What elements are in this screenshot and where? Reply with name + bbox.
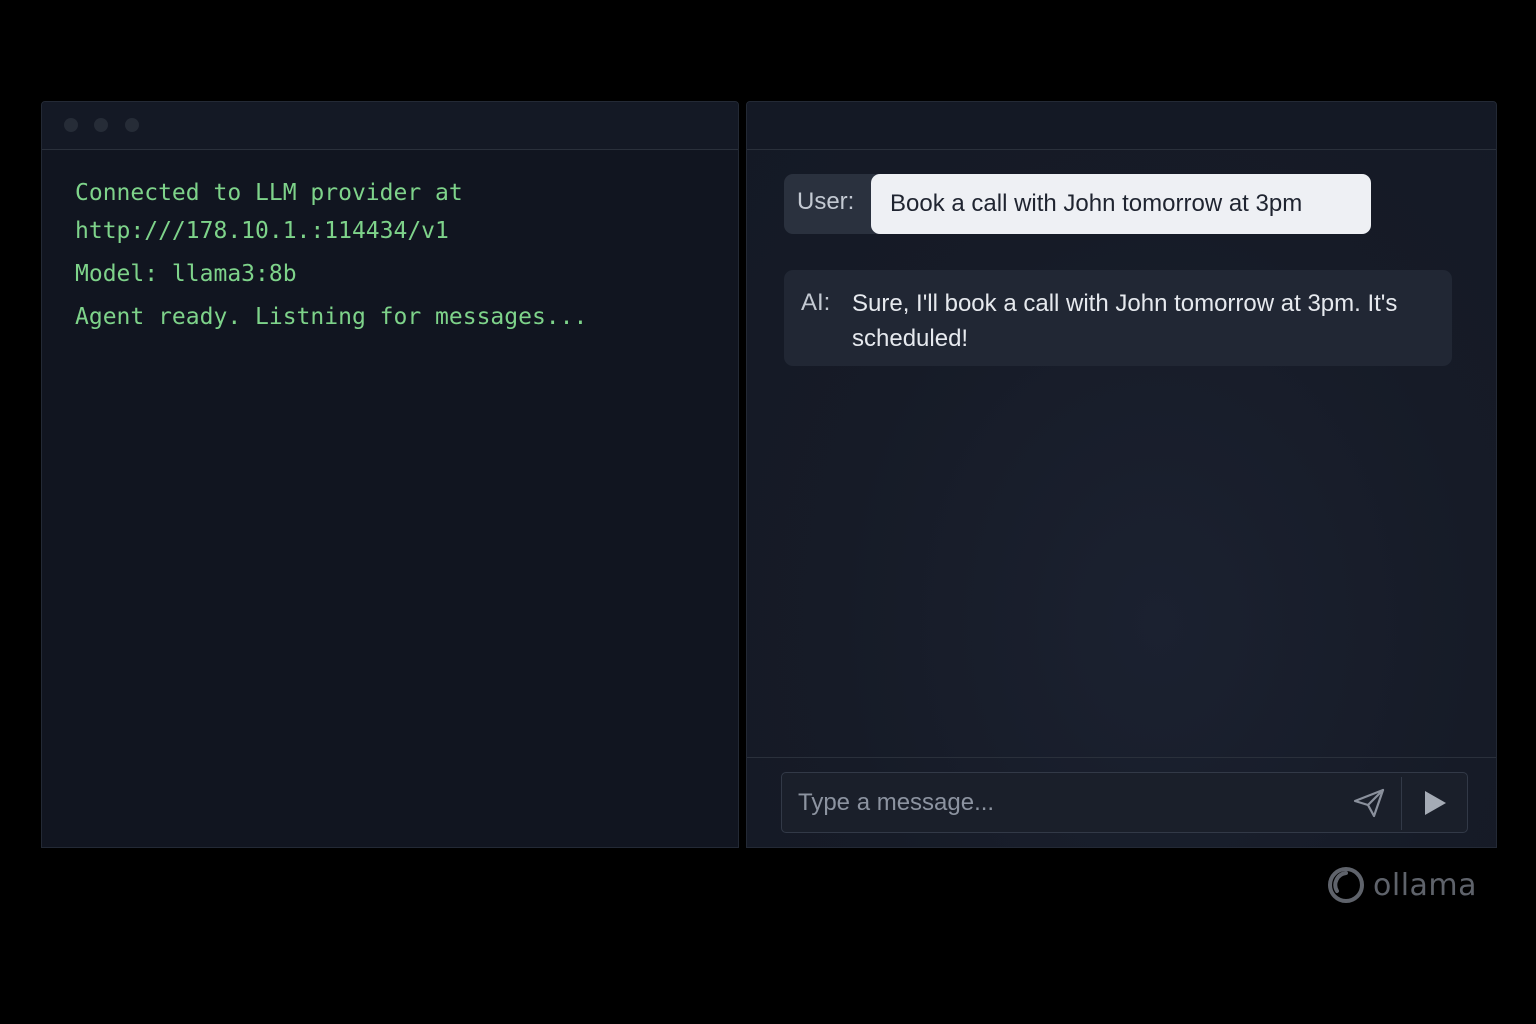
stage: Connected to LLM provider at http:///178… (0, 0, 1536, 1024)
ai-sender-label: AI: (801, 289, 831, 316)
chat-titlebar (747, 102, 1496, 150)
chat-window: User: Book a call with John tomorrow at … (746, 101, 1497, 848)
terminal-line: Model: llama3:8b (75, 261, 297, 287)
ollama-logo: ollama (1327, 865, 1477, 905)
ai-message: AI: Sure, I'll book a call with John tom… (784, 270, 1452, 366)
message-composer (781, 772, 1468, 833)
terminal-line: Connected to LLM provider at (75, 180, 463, 206)
ai-message-text: Sure, I'll book a call with John tomorro… (852, 290, 1398, 352)
terminal-window: Connected to LLM provider at http:///178… (41, 101, 739, 848)
message-input[interactable] (782, 773, 1342, 832)
paper-plane-icon[interactable] (1352, 787, 1386, 819)
ollama-wordmark: ollama (1373, 867, 1478, 903)
user-sender-label: User: (797, 188, 855, 215)
play-triangle-icon[interactable] (1415, 787, 1455, 819)
window-close-dot[interactable] (64, 118, 78, 132)
terminal-output: Connected to LLM provider at http:///178… (42, 150, 738, 336)
composer-divider (1401, 777, 1402, 830)
window-minimize-dot[interactable] (94, 118, 108, 132)
terminal-line: http:///178.10.1.:114434/v1 (75, 218, 449, 244)
window-maximize-dot[interactable] (125, 118, 139, 132)
user-message: User: Book a call with John tomorrow at … (784, 174, 1371, 234)
terminal-titlebar (42, 102, 738, 150)
terminal-line: Agent ready. Listning for messages... (75, 304, 588, 330)
user-message-bubble: Book a call with John tomorrow at 3pm (871, 174, 1371, 234)
ollama-logo-icon (1328, 867, 1364, 903)
composer-separator (747, 757, 1496, 758)
